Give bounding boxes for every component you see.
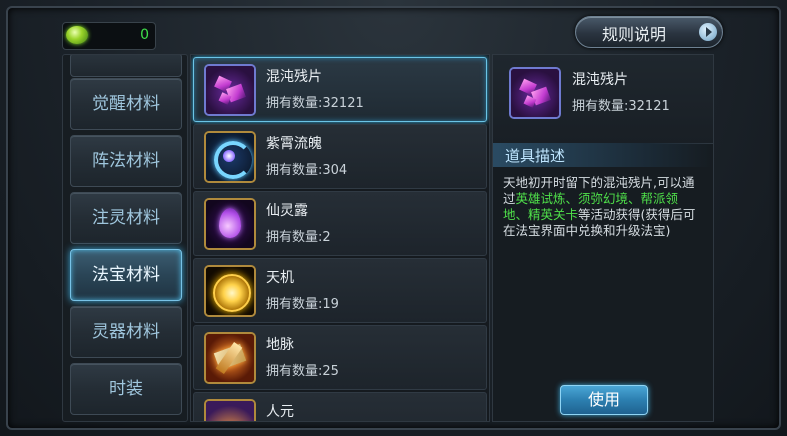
item-count: 拥有数量:2 (266, 230, 331, 245)
category-formation[interactable]: 阵法材料 (70, 135, 182, 187)
item-name: 紫霄流魄 (266, 136, 322, 152)
item-name: 混沌残片 (266, 69, 322, 85)
description-text: 天地初开时留下的混沌残片,可以通过英雄试炼、须弥幻境、帮派领地、精英关卡等活动获… (503, 175, 703, 239)
category-awakening[interactable]: 觉醒材料 (70, 78, 182, 130)
item-name: 天机 (266, 270, 294, 286)
human-essence-icon (204, 399, 256, 421)
list-item[interactable]: 地脉 拥有数量:25 (193, 325, 487, 390)
list-item[interactable]: 混沌残片 拥有数量:32121 (193, 57, 487, 122)
category-spirit-weapon[interactable]: 灵器材料 (70, 306, 182, 358)
spirit-dew-icon (204, 198, 256, 250)
use-button[interactable]: 使用 (560, 385, 648, 415)
category-treasure[interactable]: 法宝材料 (70, 249, 182, 301)
green-gem-icon (66, 26, 88, 44)
item-count: 拥有数量:19 (266, 297, 339, 312)
category-fashion[interactable]: 时装 (70, 363, 182, 415)
currency-value: 0 (140, 27, 149, 43)
item-list[interactable]: 混沌残片 拥有数量:32121 紫霄流魄 拥有数量:304 仙灵露 拥有数量:2… (190, 54, 490, 422)
rules-button-label: 规则说明 (602, 25, 667, 44)
purple-swirl-icon (204, 131, 256, 183)
chaos-shard-icon (509, 67, 561, 119)
detail-item-count: 拥有数量:32121 (572, 99, 670, 114)
currency-display: 0 (62, 22, 156, 50)
category-spirit-infusion[interactable]: 注灵材料 (70, 192, 182, 244)
golden-orb-icon (204, 265, 256, 317)
arrow-right-icon (699, 23, 717, 41)
list-item[interactable]: 天机 拥有数量:19 (193, 258, 487, 323)
list-item[interactable]: 紫霄流魄 拥有数量:304 (193, 124, 487, 189)
rules-button[interactable]: 规则说明 (575, 16, 723, 48)
item-count: 拥有数量:32121 (266, 96, 364, 111)
category-scroll-stub (70, 55, 182, 77)
description-title: 道具描述 (505, 147, 566, 165)
item-name: 人元 (266, 404, 294, 420)
item-name: 地脉 (266, 337, 294, 353)
detail-item-name: 混沌残片 (572, 72, 628, 88)
item-count: 拥有数量:25 (266, 364, 339, 379)
list-item[interactable]: 仙灵露 拥有数量:2 (193, 191, 487, 256)
item-detail-panel: 混沌残片 拥有数量:32121 道具描述 天地初开时留下的混沌残片,可以通过英雄… (492, 54, 714, 422)
category-sidebar[interactable]: 觉醒材料 阵法材料 注灵材料 法宝材料 灵器材料 时装 (62, 54, 188, 422)
list-item[interactable]: 人元 (193, 392, 487, 421)
description-header: 道具描述 (493, 143, 713, 167)
item-name: 仙灵露 (266, 203, 308, 219)
detail-header: 混沌残片 拥有数量:32121 (493, 55, 713, 144)
item-count: 拥有数量:304 (266, 163, 348, 178)
earth-vein-icon (204, 332, 256, 384)
chaos-shard-icon (204, 64, 256, 116)
